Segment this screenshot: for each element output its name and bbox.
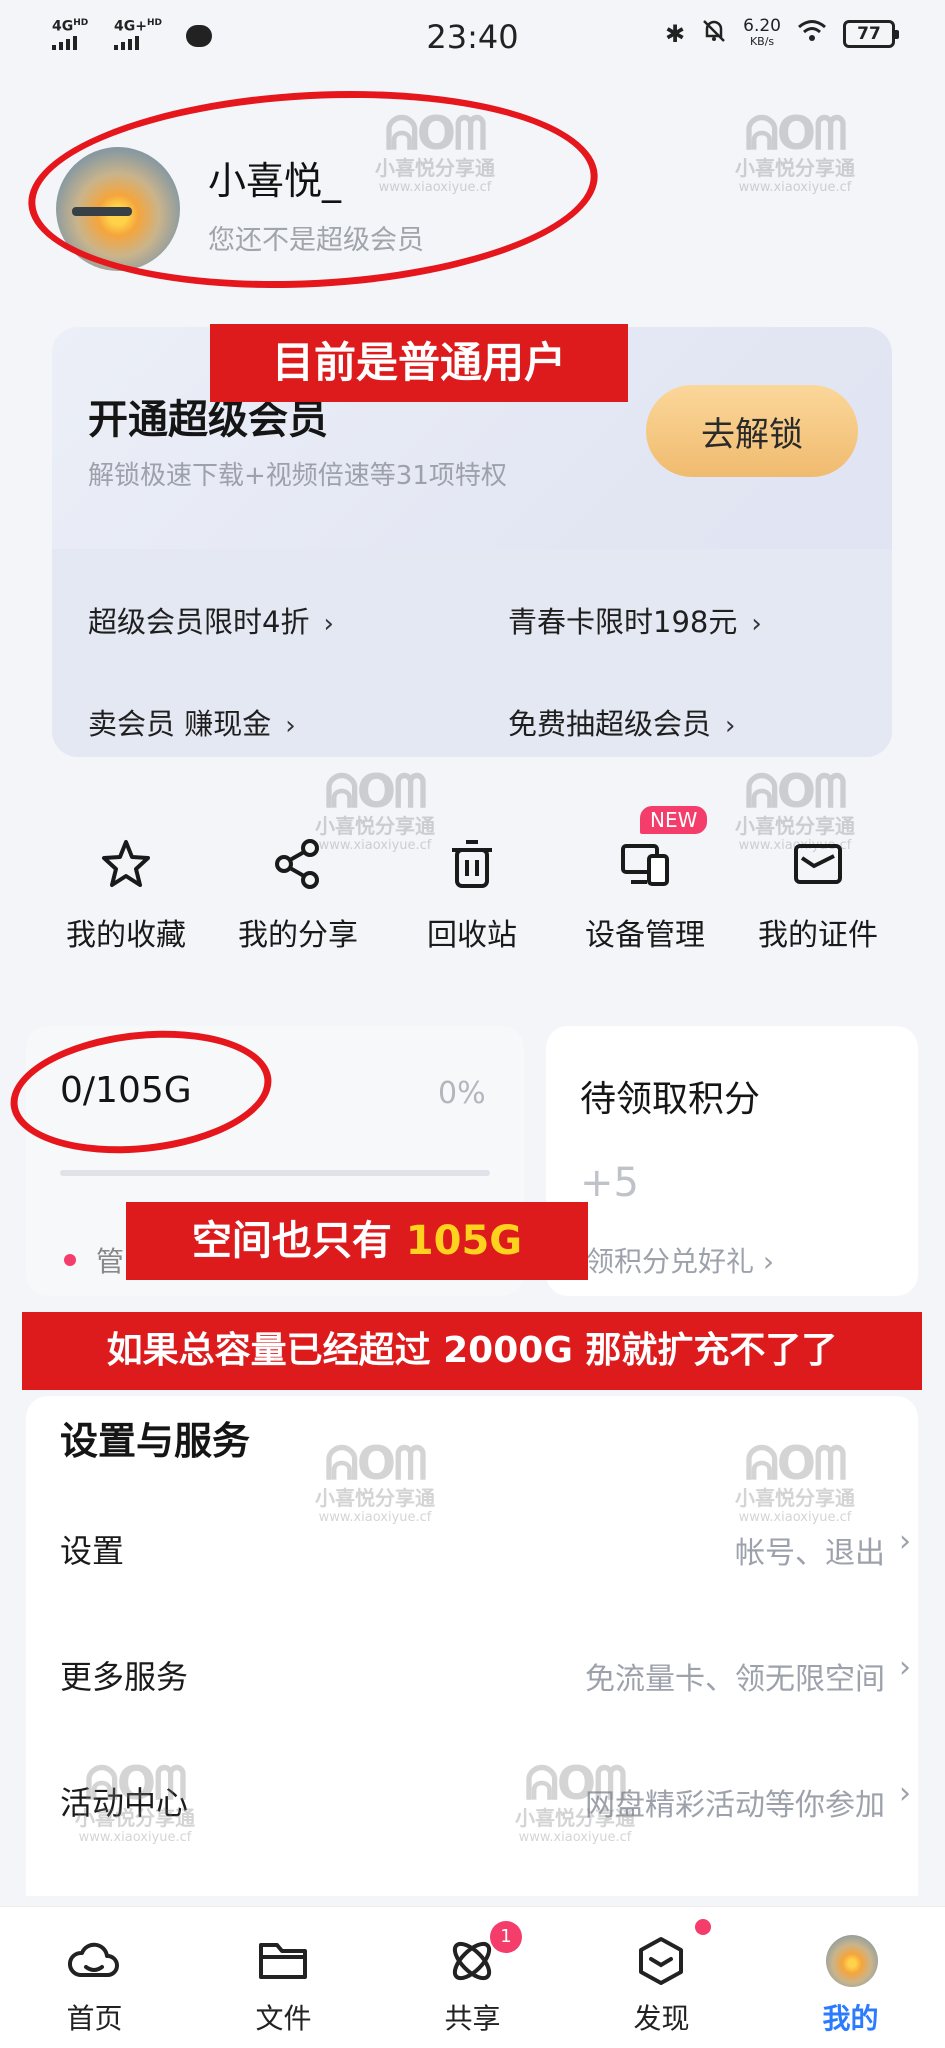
tab-share[interactable]: 1 共享	[378, 1907, 567, 2048]
settings-row-value: 免流量卡、领无限空间	[585, 1662, 885, 1697]
annotation-space: 空间也只有 105G	[126, 1202, 588, 1280]
points-redeem-link[interactable]: 领积分兑好礼 ›	[586, 1240, 774, 1280]
tab-discover[interactable]: 发现	[567, 1907, 756, 2048]
cloud-icon	[67, 1942, 119, 1977]
settings-row-activity-center[interactable]: 活动中心	[60, 1778, 188, 1824]
notification-dot	[695, 1919, 711, 1935]
id-card-icon	[794, 844, 842, 884]
shortcut-shares[interactable]: 我的分享	[218, 836, 378, 954]
watermark: ᕱOᗰ小喜悦分享通www.xiaoxiyue.cf	[735, 106, 855, 195]
storage-manage-link[interactable]: 管	[96, 1240, 124, 1280]
notification-badge: 1	[490, 1921, 522, 1953]
network-speed: 6.20 KB/s	[743, 16, 781, 49]
trash-icon	[452, 840, 492, 888]
devices-icon	[621, 844, 669, 886]
bottom-tab-bar: 首页 文件 1 共享 发现 我的	[0, 1906, 945, 2048]
settings-row-more-services[interactable]: 更多服务	[60, 1652, 188, 1698]
vip-link-discount[interactable]: 超级会员限时4折 ›	[88, 599, 334, 641]
shortcut-recycle-bin[interactable]: 回收站	[392, 836, 552, 954]
cube-icon	[639, 1937, 683, 1985]
vip-links: 超级会员限时4折 › 青春卡限时198元 › 卖会员 赚现金 › 免费抽超级会员 ›	[52, 549, 892, 757]
chevron-right-icon: ›	[725, 711, 736, 741]
settings-row-value: 帐号、退出	[735, 1536, 885, 1571]
chevron-right-icon: ›	[899, 1776, 911, 1811]
avatar	[826, 1935, 878, 1987]
status-bar: 4GHD 4G+HD 23:40 ✱ 6.20 KB/s 77	[0, 0, 945, 76]
points-title: 待领取积分	[580, 1079, 761, 1120]
unlock-button[interactable]: 去解锁	[646, 385, 858, 477]
vip-subtitle: 解锁极速下载+视频倍速等31项特权	[88, 461, 507, 491]
chevron-right-icon: ›	[899, 1650, 911, 1685]
shortcut-favorites[interactable]: 我的收藏	[46, 836, 206, 954]
storage-progress-bar	[60, 1170, 490, 1176]
settings-title: 设置与服务	[60, 1419, 251, 1463]
chevron-right-icon: ›	[323, 609, 334, 639]
star-icon	[102, 840, 150, 887]
annotation-normal-user: 目前是普通用户	[210, 324, 628, 402]
vip-link-lottery[interactable]: 免费抽超级会员 ›	[508, 701, 735, 743]
shortcut-devices[interactable]: 设备管理	[565, 836, 725, 954]
tab-home[interactable]: 首页	[0, 1907, 189, 2048]
wifi-icon	[797, 19, 827, 49]
points-value: +5	[580, 1160, 639, 1206]
mute-bell-icon	[701, 18, 727, 50]
settings-row-settings[interactable]: 设置	[60, 1526, 124, 1572]
chevron-right-icon: ›	[899, 1524, 911, 1559]
battery-icon: 77	[843, 20, 899, 48]
bluetooth-icon: ✱	[665, 20, 686, 48]
chevron-right-icon: ›	[751, 609, 762, 639]
settings-row-value: 网盘精彩活动等你参加	[585, 1788, 885, 1823]
shortcut-id-cards[interactable]: 我的证件	[738, 836, 898, 954]
tab-files[interactable]: 文件	[189, 1907, 378, 2048]
tab-me[interactable]: 我的	[756, 1907, 945, 2048]
notification-dot	[64, 1254, 76, 1266]
share-icon	[275, 839, 319, 889]
vip-link-sell[interactable]: 卖会员 赚现金 ›	[88, 701, 296, 743]
annotation-capacity-note: 如果总容量已经超过 2000G 那就扩充不了了	[22, 1312, 922, 1390]
chevron-right-icon: ›	[285, 711, 296, 741]
new-badge: NEW	[640, 806, 708, 834]
folder-icon	[259, 1943, 307, 1979]
vip-link-youth-card[interactable]: 青春卡限时198元 ›	[508, 599, 762, 641]
storage-percent: 0%	[438, 1076, 486, 1111]
